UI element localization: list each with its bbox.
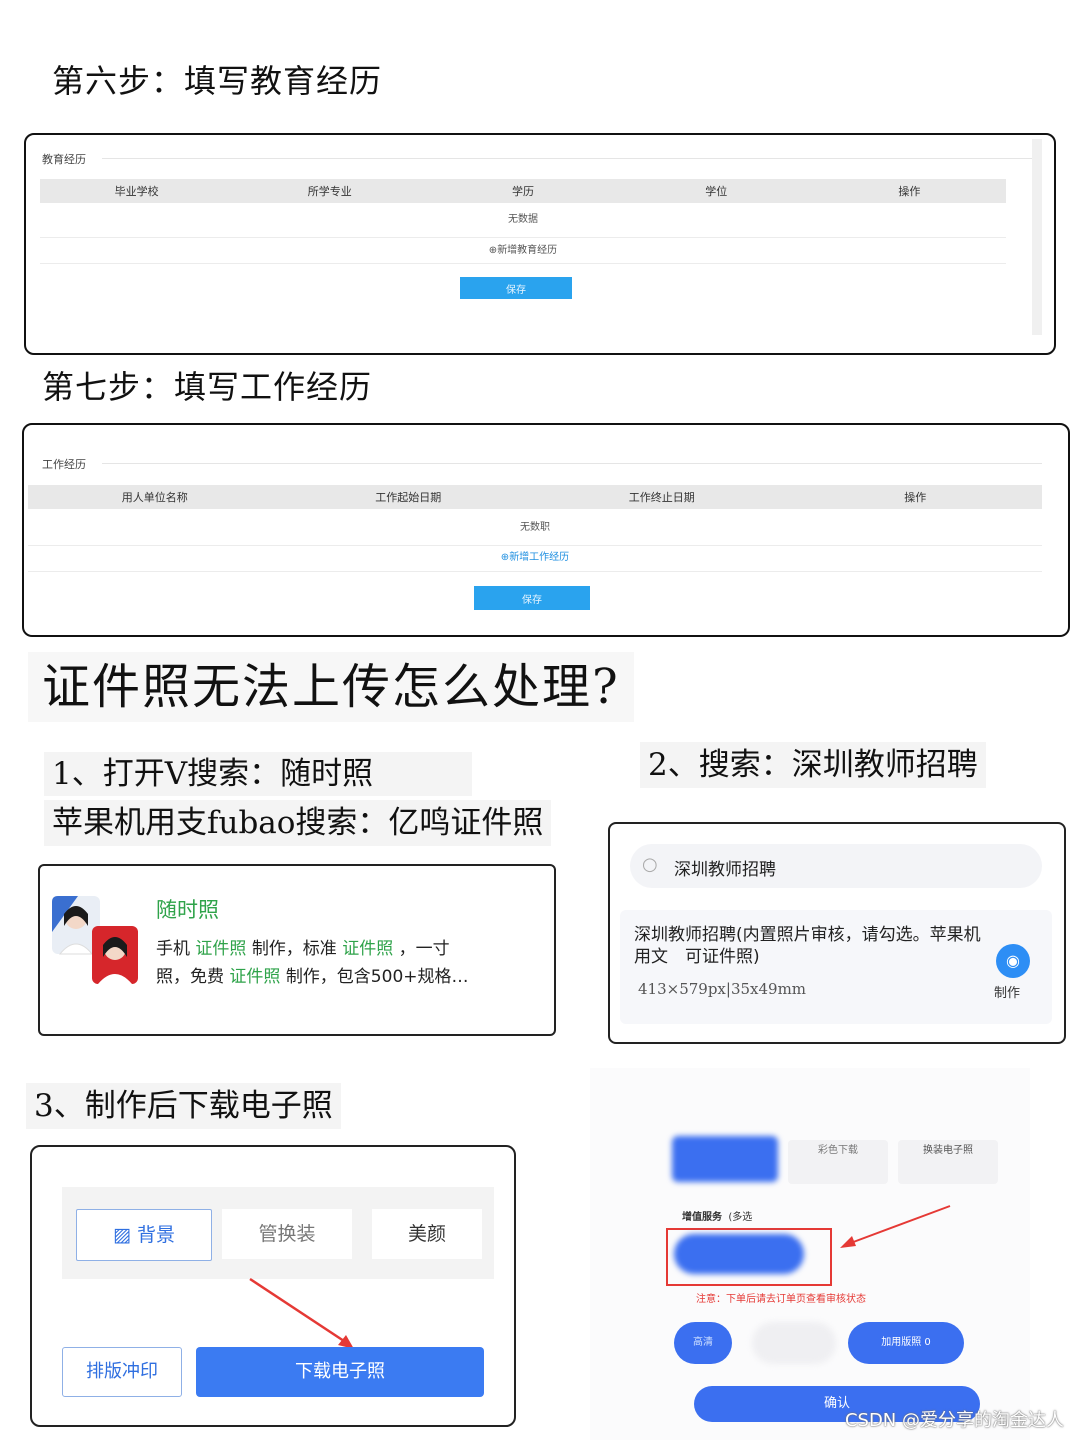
education-table-header: 毕业学校 所学专业 学历 学位 操作	[40, 179, 1006, 203]
add-print-option[interactable]: 加用版照 0	[848, 1322, 964, 1364]
photo-editor-panel: ▨ 背景 管换装 美颜 排版冲印 下载电子照	[30, 1145, 516, 1427]
work-legend: 工作经历	[42, 458, 86, 471]
add-work-link[interactable]: ⊕新增工作经历	[28, 545, 1042, 572]
app-logo	[48, 892, 140, 988]
col-start-date: 工作起始日期	[375, 491, 442, 504]
result-title: 深圳教师招聘(内置照片审核，请勾选。苹果机用文 可证件照)	[634, 925, 981, 967]
tip1-line1: 1、打开V搜索：随时照	[44, 752, 472, 796]
col-end-date: 工作终止日期	[628, 491, 695, 504]
make-label[interactable]: 制作	[994, 982, 1020, 1001]
hd-option[interactable]: 高清	[674, 1322, 732, 1364]
work-panel: 工作经历 用人单位名称 工作起始日期 工作终止日期 操作 无数职 ⊕新增工作经历…	[22, 423, 1070, 637]
blurred-option[interactable]	[752, 1322, 836, 1364]
add-work-label: 新增工作经历	[509, 552, 570, 563]
add-education-link[interactable]: ⊕新增教育经历	[40, 239, 1006, 264]
col-work-actions: 操作	[904, 491, 927, 504]
background-icon: ▨	[112, 1224, 131, 1246]
education-empty-row: 无数据	[40, 205, 1006, 238]
value-added-label: 增值服务 (多选	[682, 1212, 753, 1223]
result-size: 413×579px|35x49mm	[638, 980, 807, 998]
notice-text: 注意：下单后请去订单页查看审核状态	[696, 1294, 866, 1305]
search-input[interactable]: 深圳教师招聘	[674, 855, 776, 880]
education-save-button[interactable]: 保存	[460, 277, 572, 299]
red-arrow-icon	[249, 1277, 354, 1349]
tip2-title: 2、搜索：深圳教师招聘	[640, 742, 986, 788]
col-major: 所学专业	[307, 185, 352, 198]
watermark: CSDN @爱分享的淘金达人	[844, 1410, 1064, 1431]
camera-icon[interactable]: ◉	[996, 944, 1030, 978]
step7-title: 第七步：填写工作经历	[42, 368, 373, 406]
education-legend: 教育经历	[42, 153, 86, 166]
col-degree: 学位	[705, 185, 728, 198]
download-photo-button[interactable]: 下载电子照	[196, 1347, 484, 1397]
col-education: 学历	[512, 185, 534, 198]
plus-circle-icon: ⊕	[500, 552, 510, 563]
app-name: 随时照	[156, 898, 219, 922]
education-panel: 教育经历 毕业学校 所学专业 学历 学位 操作 无数据 ⊕新增教育经历 保存	[24, 133, 1056, 355]
add-education-label: 新增教育经历	[497, 245, 558, 256]
app-desc-line2: 照，免费 证件照 制作，包含500+规格…	[156, 967, 469, 987]
search-panel: ○ 深圳教师招聘 深圳教师招聘(内置照片审核，请勾选。苹果机用文 可证件照) 4…	[608, 822, 1066, 1044]
tab-background[interactable]: ▨ 背景	[76, 1209, 212, 1261]
work-table-header: 用人单位名称 工作起始日期 工作终止日期 操作	[28, 485, 1042, 509]
col-school: 毕业学校	[114, 185, 159, 198]
step6-title: 第六步：填写教育经历	[52, 62, 383, 100]
tab-change-outfit[interactable]: 管换装	[222, 1209, 352, 1259]
order-panel: 彩色下载 换装电子照 增值服务 (多选 注意：下单后请去订单页查看审核状态 高清…	[590, 1068, 1030, 1440]
app-desc-line1: 手机 证件照 制作，标准 证件照 ，一寸	[156, 939, 450, 959]
plus-circle-icon: ⊕	[488, 245, 498, 256]
print-layout-button[interactable]: 排版冲印	[62, 1347, 182, 1397]
tab-beauty[interactable]: 美颜	[372, 1209, 482, 1259]
blurred-service-button[interactable]	[674, 1234, 804, 1274]
search-bar[interactable]: ○ 深圳教师招聘	[630, 844, 1042, 888]
app-result-card[interactable]: 随时照 手机 证件照 制作，标准 证件照 ，一寸 照，免费 证件照 制作，包含5…	[38, 864, 556, 1036]
red-arrow-icon	[840, 1205, 951, 1248]
col-employer: 用人单位名称	[121, 491, 188, 504]
education-scrollbar[interactable]	[1032, 139, 1042, 335]
color-download-tab[interactable]: 彩色下载	[788, 1140, 888, 1184]
work-empty-row: 无数职	[28, 511, 1042, 546]
blurred-tab[interactable]	[672, 1136, 778, 1182]
change-photo-tab[interactable]: 换装电子照	[898, 1140, 998, 1184]
tip1-line2: 苹果机用支fubao搜索：亿鸣证件照	[44, 800, 552, 846]
tip3-title: 3、制作后下载电子照	[26, 1083, 341, 1129]
col-actions: 操作	[898, 185, 921, 198]
question-title: 证件照无法上传怎么处理?	[28, 652, 634, 722]
search-icon: ○	[642, 854, 658, 875]
search-result-item[interactable]: 深圳教师招聘(内置照片审核，请勾选。苹果机用文 可证件照) 413×579px|…	[620, 910, 1052, 1024]
work-save-button[interactable]: 保存	[474, 586, 590, 610]
